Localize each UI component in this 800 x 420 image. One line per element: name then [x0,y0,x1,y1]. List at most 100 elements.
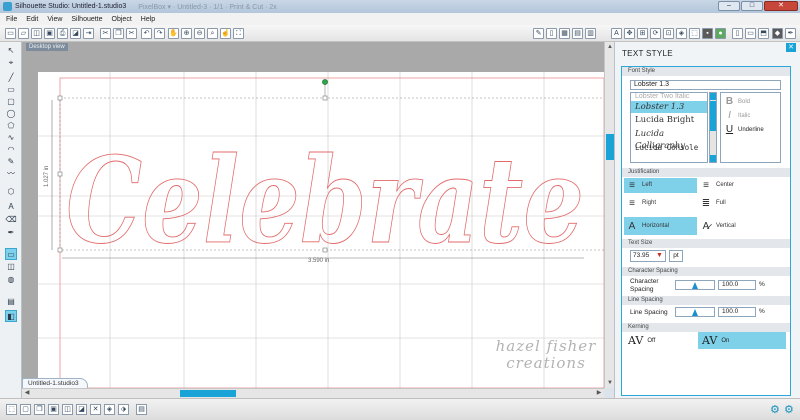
font-item[interactable]: Lucida Calligraphy [631,128,707,151]
font-scroll-down-icon[interactable] [710,155,716,162]
select-icon[interactable]: ↖ [5,45,17,57]
store-icon[interactable]: ▯ [732,28,743,39]
send-icon[interactable]: ⇥ [83,28,94,39]
modify-icon[interactable]: ⬚ [689,28,700,39]
text-icon[interactable]: A [5,201,17,213]
align-right-option[interactable]: ≡ Right [624,196,697,211]
rounded-rectangle-icon[interactable]: ▢ [5,96,17,108]
font-list-scrollbar[interactable] [709,92,717,163]
bring-front-icon[interactable]: ▤ [136,404,147,415]
curve-icon[interactable]: ∿ [5,132,17,144]
trace-icon[interactable]: ⊡ [663,28,674,39]
align-center-option[interactable]: ≡ Center [698,178,786,193]
character-spacing-slider[interactable] [675,280,715,290]
weld-icon[interactable]: ◈ [104,404,115,415]
character-spacing-thumb[interactable] [692,282,698,289]
show-panel-icon[interactable]: ▤ [5,296,17,308]
drag-icon[interactable]: ☝ [220,28,231,39]
replicate-icon[interactable]: A [611,28,622,39]
library-view-icon[interactable]: ◍ [5,274,17,286]
offset-icon[interactable]: ◈ [676,28,687,39]
font-list[interactable]: Lobster Two Italic Lobster 1.3 Lucida Br… [630,92,708,163]
smooth-freehand-icon[interactable]: 〰 [5,168,17,180]
cut-view-icon[interactable]: ◫ [5,261,17,273]
pan-icon[interactable]: ✋ [168,28,179,39]
new-icon[interactable]: ▭ [5,28,16,39]
font-item-selected[interactable]: Lobster 1.3 [631,101,707,113]
menu-view[interactable]: View [47,16,62,23]
duplicate-icon[interactable]: ❐ [34,404,45,415]
scroll-right-icon[interactable]: ▶ [594,389,604,398]
line-spacing-value[interactable]: 100.0 [718,307,756,317]
kerning-on-option[interactable]: AV On [698,332,786,349]
page-view-icon[interactable]: ▭ [5,248,17,260]
release-compound-icon[interactable]: ⬗ [118,404,129,415]
library-icon[interactable]: ▭ [745,28,756,39]
eraser-icon[interactable]: ◆ [772,28,783,39]
rotate-icon[interactable]: ⟳ [650,28,661,39]
paste-icon[interactable]: ✂ [126,28,137,39]
grid-icon[interactable]: ▦ [559,28,570,39]
fit-page-icon[interactable]: ⛶ [233,28,244,39]
print-cut-icon[interactable]: ◪ [70,28,81,39]
shape-icon[interactable]: ⬡ [5,186,17,198]
select-none-icon[interactable]: ▢ [20,404,31,415]
line-spacing-thumb[interactable] [692,309,698,316]
select-all-icon[interactable]: ⬚ [6,404,17,415]
zoom-box-icon[interactable]: ⌕ [207,28,218,39]
ellipse-icon[interactable]: ◯ [5,108,17,120]
copy-icon[interactable]: ❐ [113,28,124,39]
kerning-off-option[interactable]: AV Off [624,332,697,349]
character-spacing-value[interactable]: 100.0 [718,280,756,290]
horizontal-scrollbar[interactable]: ◀ ▶ [22,388,604,398]
make-compound-icon[interactable]: ◪ [76,404,87,415]
group-icon[interactable]: ▣ [48,404,59,415]
send-to-silhouette-icon[interactable]: ● [715,28,726,39]
split-view-icon[interactable]: ◧ [5,310,17,322]
redo-icon[interactable]: ↷ [154,28,165,39]
horizontal-scroll-thumb[interactable] [180,390,236,397]
align-icon[interactable]: ⊞ [637,28,648,39]
underline-option[interactable]: U Underline [725,124,764,135]
draw-icon[interactable]: ✎ [533,28,544,39]
ungroup-icon[interactable]: ◫ [62,404,73,415]
align-full-option[interactable]: ≣ Full [698,196,786,211]
delete-icon[interactable]: ✕ [90,404,101,415]
open-icon[interactable]: ▱ [18,28,29,39]
fill-color-icon[interactable]: ▪ [702,28,713,39]
edit-points-icon[interactable]: ⌖ [5,57,17,69]
save-icon[interactable]: ▣ [44,28,55,39]
font-name-field[interactable]: Lobster 1.3 [630,80,781,90]
vertical-option[interactable]: A̷ Vertical [698,217,786,235]
align-left-option[interactable]: ≡ Left [624,178,697,193]
menu-edit[interactable]: Edit [26,16,38,23]
text-size-dropdown-icon[interactable]: ▼ [656,250,663,262]
knife-tool-icon[interactable]: ✒ [5,227,17,239]
preferences-gear-icon[interactable]: ⚙ [784,403,794,416]
menu-object[interactable]: Object [112,16,132,23]
zoom-out-icon[interactable]: ⊖ [194,28,205,39]
line-spacing-slider[interactable] [675,307,715,317]
print-icon[interactable]: ⎙ [57,28,68,39]
menu-file[interactable]: File [6,16,17,23]
registration-icon[interactable]: ▤ [572,28,583,39]
font-item[interactable]: Lobster Two Italic [631,93,707,100]
cut-settings-icon[interactable]: ▥ [585,28,596,39]
zoom-in-icon[interactable]: ⊕ [181,28,192,39]
rectangle-icon[interactable]: ▭ [5,84,17,96]
scroll-left-icon[interactable]: ◀ [22,389,32,398]
menu-help[interactable]: Help [141,16,155,23]
open-library-icon[interactable]: ◫ [31,28,42,39]
settings-icon[interactable]: ⬒ [758,28,769,39]
polygon-icon[interactable]: ⬠ [5,120,17,132]
italic-option[interactable]: I Italic [725,110,750,121]
horizontal-option[interactable]: A Horizontal [624,217,697,235]
vertical-scroll-thumb[interactable] [606,134,614,160]
cut-icon[interactable]: ✂ [100,28,111,39]
font-scroll-thumb[interactable] [710,101,716,131]
settings-gear-icon[interactable]: ⚙ [770,403,780,416]
line-icon[interactable]: ╱ [5,72,17,84]
vertical-scrollbar[interactable]: ▲ ▼ [604,42,614,388]
panel-close-button[interactable]: ✕ [786,43,796,52]
text-size-unit[interactable]: pt [669,250,683,262]
